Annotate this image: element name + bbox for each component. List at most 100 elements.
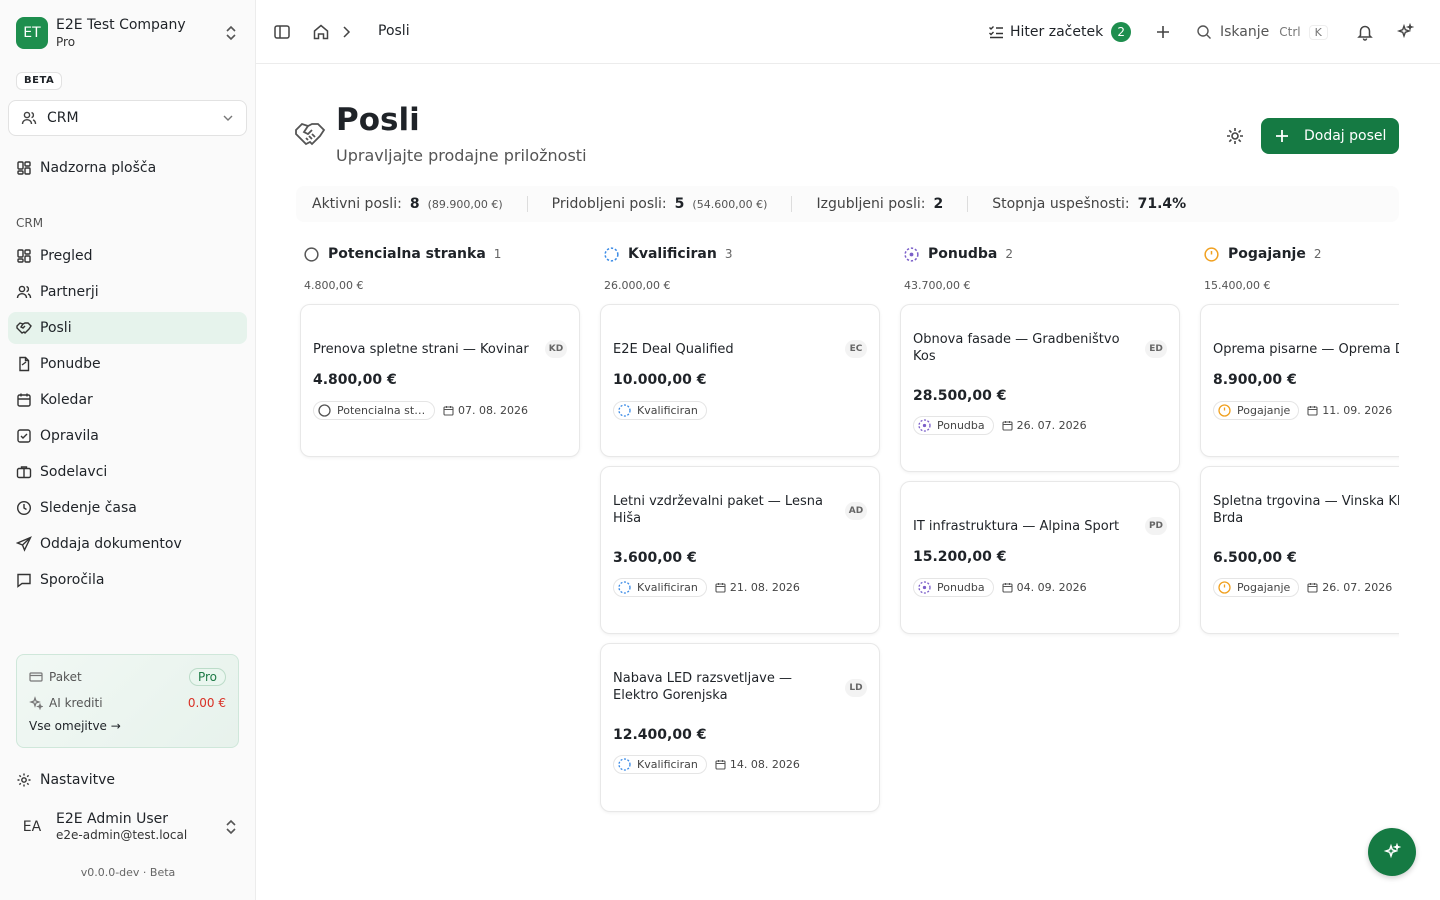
status-badge: Pogajanje xyxy=(1213,578,1300,597)
plan-package-label: Paket xyxy=(49,670,82,684)
owner-initials: KD xyxy=(545,340,567,358)
date-label: 07. 08. 2026 xyxy=(458,404,528,417)
user-menu[interactable]: EA E2E Admin User e2e-admin@test.local xyxy=(16,806,246,848)
sidebar-item-label: Koledar xyxy=(40,392,93,408)
column-title: Kvalificiran xyxy=(628,246,717,262)
sidebar-item-label: Opravila xyxy=(40,428,99,444)
clock-circle-icon xyxy=(1204,246,1219,262)
plan-card: Paket Pro AI krediti 0.00 € Vse omejitve… xyxy=(16,654,239,748)
status-label: Ponudba xyxy=(937,581,985,594)
column-title: Ponudba xyxy=(928,246,998,262)
column-sum: 4.800,00 € xyxy=(304,279,364,292)
avatar: EA xyxy=(22,819,42,835)
sidebar-toggle-icon[interactable] xyxy=(273,23,291,41)
stat-value: 2 xyxy=(933,196,944,212)
sidebar-item-opravila[interactable]: Opravila xyxy=(8,420,247,452)
handshake-icon xyxy=(295,122,326,146)
divider xyxy=(526,196,528,212)
stat-amount: (54.600,00 €) xyxy=(692,198,768,211)
sidebar-item-pregled[interactable]: Pregled xyxy=(8,240,247,272)
deal-card[interactable]: Letni vzdrževalni paket — Lesna Hiša AD 3.… xyxy=(600,466,880,634)
circle-dashed-icon xyxy=(618,758,631,771)
chevron-down-icon xyxy=(223,115,233,121)
gear-icon[interactable] xyxy=(1224,125,1246,147)
status-badge: Ponudba xyxy=(913,578,994,597)
module-select[interactable]: CRM xyxy=(8,100,247,136)
circle-dot-icon xyxy=(904,246,919,262)
sidebar-item-label: Sodelavci xyxy=(40,464,108,480)
deal-card[interactable]: Oprema pisarne — Oprema D 8.900,00 € Pogaj… xyxy=(1200,304,1399,457)
column-sum: 26.000,00 € xyxy=(604,279,671,292)
sidebar-item-label: Ponudbe xyxy=(40,356,101,372)
status-badge: Kvalificiran xyxy=(613,755,707,774)
stat-success-rate: Stopnja uspešnosti: 71.4% xyxy=(992,196,1186,212)
sidebar-item-oddaja-dokumentov[interactable]: Oddaja dokumentov xyxy=(8,528,247,560)
deal-card[interactable]: IT infrastruktura — Alpina Sport PD 15.200… xyxy=(900,481,1180,634)
user-email: e2e-admin@test.local xyxy=(56,828,188,843)
owner-initials: PD xyxy=(1145,517,1167,535)
deal-meta: Pogajanje 11. 09. 2026 xyxy=(1213,401,1392,420)
chevron-right-icon xyxy=(343,26,351,38)
ai-credits-label: AI krediti xyxy=(49,696,103,710)
search-input[interactable]: Iskanje Ctrl K xyxy=(1196,20,1328,44)
divider xyxy=(967,196,969,212)
document-icon xyxy=(19,356,30,372)
stat-lost: Izgubljeni posli: 2 xyxy=(816,196,943,212)
deal-meta: Potencialna stranka 07. 08. 2026 xyxy=(313,401,528,420)
sidebar-item-settings[interactable]: Nastavitve xyxy=(8,764,247,796)
deal-amount: 15.200,00 € xyxy=(913,549,1007,565)
column-sum: 43.700,00 € xyxy=(904,279,971,292)
home-icon[interactable] xyxy=(312,23,330,41)
search-label: Iskanje xyxy=(1220,24,1270,40)
plus-icon[interactable] xyxy=(1154,23,1172,41)
deal-card[interactable]: Nabava LED razsvetljave — Elektro Gorenj… xyxy=(600,643,880,812)
user-name: E2E Admin User xyxy=(56,810,169,827)
deal-date: 26. 07. 2026 xyxy=(1307,581,1392,594)
sidebar-item-koledar[interactable]: Koledar xyxy=(8,384,247,416)
date-label: 14. 08. 2026 xyxy=(729,758,800,771)
sidebar-item-sporocila[interactable]: Sporočila xyxy=(8,564,247,596)
sidebar-item-dashboard[interactable]: Nadzorna plošča xyxy=(8,152,247,184)
column-header: Potencialna stranka 1 xyxy=(304,246,501,262)
sidebar-item-posli[interactable]: Posli xyxy=(8,312,247,344)
column-title: Pogajanje xyxy=(1228,246,1306,262)
deal-meta: Kvalificiran xyxy=(613,401,707,420)
sparkles-icon[interactable] xyxy=(1396,23,1414,41)
list-checks-icon xyxy=(989,26,1003,39)
deal-card[interactable]: Prenova spletne strani — Kovinar KD 4.800,… xyxy=(300,304,580,457)
sidebar-item-partnerji[interactable]: Partnerji xyxy=(8,276,247,308)
status-badge: Kvalificiran xyxy=(613,578,707,597)
column-count: 1 xyxy=(493,247,502,261)
sidebar-item-ponudbe[interactable]: Ponudbe xyxy=(8,348,247,380)
stat-label: Aktivni posli: xyxy=(312,196,402,212)
deal-date: 04. 09. 2026 xyxy=(1002,581,1087,594)
quick-start-button[interactable]: Hiter začetek 2 xyxy=(988,20,1132,44)
page-subtitle: Upravljajte prodajne priložnosti xyxy=(336,146,587,165)
dashboard-icon xyxy=(17,249,31,263)
add-deal-button[interactable]: Dodaj posel xyxy=(1261,118,1399,154)
deal-card[interactable]: Obnova fasade — Gradbeništvo Kos ED 28.500… xyxy=(900,304,1180,472)
status-label: Kvalificiran xyxy=(637,404,698,417)
search-shortcut-k: K xyxy=(1308,24,1328,40)
all-limits-link[interactable]: Vse omejitve → xyxy=(29,719,226,733)
deal-date: 11. 09. 2026 xyxy=(1307,404,1392,417)
breadcrumb: Posli xyxy=(378,23,410,39)
calendar-icon xyxy=(1307,583,1318,593)
company-switcher[interactable]: ET E2E Test Company Pro xyxy=(16,16,246,50)
deal-title: E2E Deal Qualified xyxy=(613,342,734,357)
sparkles-icon xyxy=(1383,843,1401,859)
bell-icon[interactable] xyxy=(1356,23,1374,41)
deal-card[interactable]: Spletna trgovina — Vinska Klet Brda 6.500… xyxy=(1200,466,1399,634)
kanban-board: Potencialna stranka 1 4.800,00 € Prenova sp… xyxy=(296,240,1399,860)
add-deal-label: Dodaj posel xyxy=(1304,128,1387,144)
deal-card[interactable]: E2E Deal Qualified EC 10.000,00 € Kvalifici… xyxy=(600,304,880,457)
deal-title: Oprema pisarne — Oprema D xyxy=(1213,342,1399,357)
ai-assistant-button[interactable] xyxy=(1368,828,1416,876)
handshake-icon xyxy=(16,322,32,334)
sidebar-item-sledenje-casa[interactable]: Sledenje časa xyxy=(8,492,247,524)
plan-badge: Pro xyxy=(188,668,226,686)
circle-icon xyxy=(318,404,331,417)
owner-initials: ED xyxy=(1145,340,1167,358)
sidebar-item-sodelavci[interactable]: Sodelavci xyxy=(8,456,247,488)
date-label: 26. 07. 2026 xyxy=(1322,581,1393,594)
